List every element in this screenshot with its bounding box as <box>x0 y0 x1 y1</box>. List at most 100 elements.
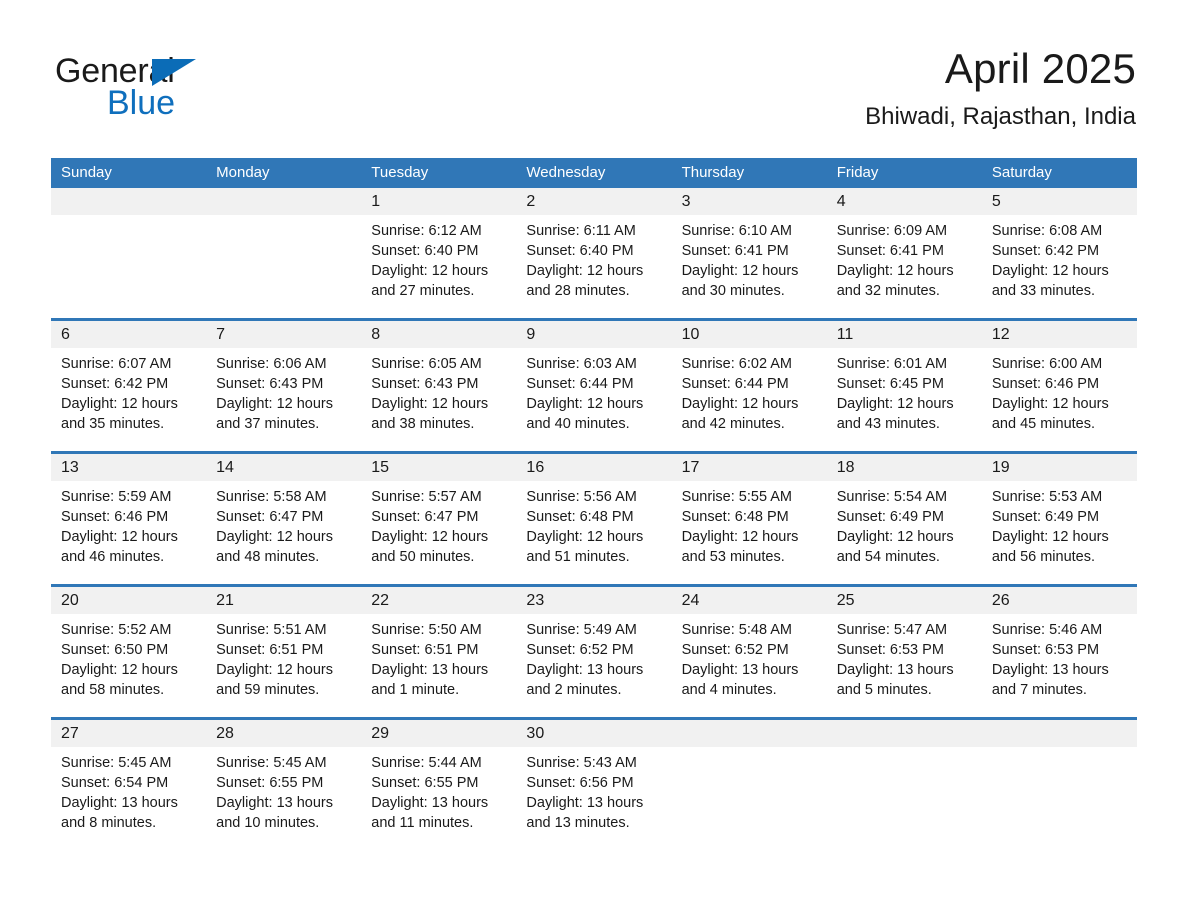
day-detail-band: Sunrise: 5:52 AM Sunset: 6:50 PM Dayligh… <box>51 614 1137 717</box>
sunset-text: Sunset: 6:49 PM <box>836 509 944 525</box>
sunrise-text: Sunrise: 6:03 AM <box>526 356 637 372</box>
day-cell[interactable]: Sunrise: 6:12 AM Sunset: 6:40 PM Dayligh… <box>361 215 516 318</box>
day-cell[interactable]: Sunrise: 5:57 AM Sunset: 6:47 PM Dayligh… <box>361 481 516 584</box>
sunset-text: Sunset: 6:49 PM <box>991 509 1100 525</box>
day-number: 3 <box>681 193 691 210</box>
daylight-text-line1: Daylight: 13 hours <box>371 795 489 811</box>
day-number: 23 <box>526 592 545 609</box>
day-cell[interactable]: Sunrise: 6:00 AM Sunset: 6:46 PM Dayligh… <box>982 348 1137 451</box>
day-number: 5 <box>991 193 1001 210</box>
sunset-text: Sunset: 6:47 PM <box>216 509 324 525</box>
sunrise-text: Sunrise: 5:46 AM <box>991 622 1103 638</box>
day-cell[interactable]: Sunrise: 5:47 AM Sunset: 6:53 PM Dayligh… <box>827 614 982 717</box>
day-cell[interactable]: Sunrise: 5:59 AM Sunset: 6:46 PM Dayligh… <box>51 481 206 584</box>
daylight-text-line2: and 10 minutes. <box>216 815 320 831</box>
day-cell[interactable]: Sunrise: 5:45 AM Sunset: 6:54 PM Dayligh… <box>51 747 206 855</box>
day-detail-band: Sunrise: 6:12 AM Sunset: 6:40 PM Dayligh… <box>51 215 1137 318</box>
daylight-text-line2: and 8 minutes. <box>61 815 157 831</box>
daylight-text-line1: Daylight: 12 hours <box>216 396 334 412</box>
sunrise-text: Sunrise: 5:57 AM <box>371 489 482 505</box>
page-header: General Blue April 2025 Bhiwadi, Rajasth… <box>0 0 1188 150</box>
daylight-text-line2: and 40 minutes. <box>526 416 630 432</box>
sunrise-text: Sunrise: 5:48 AM <box>681 622 792 638</box>
day-cell[interactable]: Sunrise: 6:02 AM Sunset: 6:44 PM Dayligh… <box>672 348 827 451</box>
day-cell[interactable]: Sunrise: 6:07 AM Sunset: 6:42 PM Dayligh… <box>51 348 206 451</box>
day-number: 22 <box>371 592 390 609</box>
sunrise-text: Sunrise: 6:08 AM <box>991 223 1103 239</box>
day-number-band: 6 7 8 9 10 11 12 <box>51 321 1137 348</box>
day-cell[interactable]: Sunrise: 5:45 AM Sunset: 6:55 PM Dayligh… <box>206 747 361 855</box>
day-number: 10 <box>681 326 700 343</box>
day-number: 12 <box>991 326 1010 343</box>
sunrise-text: Sunrise: 5:54 AM <box>836 489 948 505</box>
sunrise-text: Sunrise: 5:49 AM <box>526 622 637 638</box>
calendar-grid: Sunday Monday Tuesday Wednesday Thursday… <box>51 158 1137 855</box>
day-cell[interactable]: Sunrise: 5:58 AM Sunset: 6:47 PM Dayligh… <box>206 481 361 584</box>
sunset-text: Sunset: 6:42 PM <box>61 376 169 392</box>
generalblue-logo[interactable]: General Blue <box>55 52 315 124</box>
day-cell[interactable]: Sunrise: 5:52 AM Sunset: 6:50 PM Dayligh… <box>51 614 206 717</box>
day-cell[interactable]: Sunrise: 5:51 AM Sunset: 6:51 PM Dayligh… <box>206 614 361 717</box>
day-cell[interactable] <box>206 215 361 318</box>
sunset-text: Sunset: 6:45 PM <box>836 376 944 392</box>
day-cell[interactable]: Sunrise: 6:03 AM Sunset: 6:44 PM Dayligh… <box>516 348 671 451</box>
day-cell[interactable]: Sunrise: 5:49 AM Sunset: 6:52 PM Dayligh… <box>516 614 671 717</box>
day-cell[interactable]: Sunrise: 5:54 AM Sunset: 6:49 PM Dayligh… <box>827 481 982 584</box>
daylight-text-line1: Daylight: 13 hours <box>526 795 644 811</box>
day-cell[interactable]: Sunrise: 6:11 AM Sunset: 6:40 PM Dayligh… <box>516 215 671 318</box>
sunset-text: Sunset: 6:46 PM <box>61 509 169 525</box>
week-row: 20 21 22 23 24 25 26 Sunrise: 5:52 AM Su… <box>51 584 1137 717</box>
weekday-thursday: Thursday <box>681 164 745 181</box>
day-number: 2 <box>526 193 536 210</box>
day-cell[interactable]: Sunrise: 6:09 AM Sunset: 6:41 PM Dayligh… <box>827 215 982 318</box>
daylight-text-line1: Daylight: 12 hours <box>836 529 954 545</box>
day-cell[interactable] <box>982 747 1137 855</box>
daylight-text-line2: and 11 minutes. <box>371 815 474 831</box>
day-number: 30 <box>526 725 545 742</box>
day-cell[interactable] <box>51 215 206 318</box>
daylight-text-line1: Daylight: 12 hours <box>61 529 178 545</box>
day-number: 16 <box>526 459 545 476</box>
daylight-text-line2: and 43 minutes. <box>836 416 940 432</box>
day-cell[interactable]: Sunrise: 5:43 AM Sunset: 6:56 PM Dayligh… <box>516 747 671 855</box>
day-cell[interactable]: Sunrise: 6:06 AM Sunset: 6:43 PM Dayligh… <box>206 348 361 451</box>
daylight-text-line2: and 32 minutes. <box>836 283 940 299</box>
sunrise-text: Sunrise: 6:12 AM <box>371 223 482 239</box>
daylight-text-line2: and 13 minutes. <box>526 815 630 831</box>
daylight-text-line2: and 58 minutes. <box>61 682 165 698</box>
daylight-text-line2: and 50 minutes. <box>371 549 475 565</box>
sunset-text: Sunset: 6:51 PM <box>216 642 324 658</box>
day-cell[interactable]: Sunrise: 6:05 AM Sunset: 6:43 PM Dayligh… <box>361 348 516 451</box>
day-cell[interactable]: Sunrise: 5:44 AM Sunset: 6:55 PM Dayligh… <box>361 747 516 855</box>
day-number <box>51 188 206 215</box>
day-cell[interactable]: Sunrise: 6:10 AM Sunset: 6:41 PM Dayligh… <box>672 215 827 318</box>
daylight-text-line2: and 33 minutes. <box>991 283 1096 299</box>
day-cell[interactable]: Sunrise: 5:46 AM Sunset: 6:53 PM Dayligh… <box>982 614 1137 717</box>
day-number: 8 <box>371 326 381 343</box>
daylight-text-line1: Daylight: 12 hours <box>681 529 799 545</box>
daylight-text-line1: Daylight: 12 hours <box>991 529 1109 545</box>
sunrise-text: Sunrise: 5:45 AM <box>61 755 172 771</box>
day-cell[interactable] <box>827 747 982 855</box>
day-cell[interactable]: Sunrise: 5:48 AM Sunset: 6:52 PM Dayligh… <box>672 614 827 717</box>
day-number: 19 <box>991 459 1010 476</box>
daylight-text-line2: and 1 minute. <box>371 682 460 698</box>
day-cell[interactable]: Sunrise: 6:08 AM Sunset: 6:42 PM Dayligh… <box>982 215 1137 318</box>
sunset-text: Sunset: 6:43 PM <box>216 376 324 392</box>
day-number: 28 <box>216 725 234 742</box>
day-cell[interactable]: Sunrise: 5:56 AM Sunset: 6:48 PM Dayligh… <box>516 481 671 584</box>
day-cell[interactable]: Sunrise: 5:53 AM Sunset: 6:49 PM Dayligh… <box>982 481 1137 584</box>
logo-triangle-icon <box>152 59 196 86</box>
weekday-sunday: Sunday <box>61 164 112 181</box>
daylight-text-line2: and 28 minutes. <box>526 283 630 299</box>
sunset-text: Sunset: 6:53 PM <box>836 642 944 658</box>
day-number-band: 1 2 3 4 5 <box>51 188 1137 215</box>
day-cell[interactable]: Sunrise: 5:55 AM Sunset: 6:48 PM Dayligh… <box>672 481 827 584</box>
sunset-text: Sunset: 6:41 PM <box>836 243 944 259</box>
day-cell[interactable]: Sunrise: 5:50 AM Sunset: 6:51 PM Dayligh… <box>361 614 516 717</box>
sunset-text: Sunset: 6:52 PM <box>681 642 789 658</box>
day-cell[interactable] <box>672 747 827 855</box>
day-number <box>672 720 827 747</box>
daylight-text-line2: and 54 minutes. <box>836 549 940 565</box>
day-cell[interactable]: Sunrise: 6:01 AM Sunset: 6:45 PM Dayligh… <box>827 348 982 451</box>
